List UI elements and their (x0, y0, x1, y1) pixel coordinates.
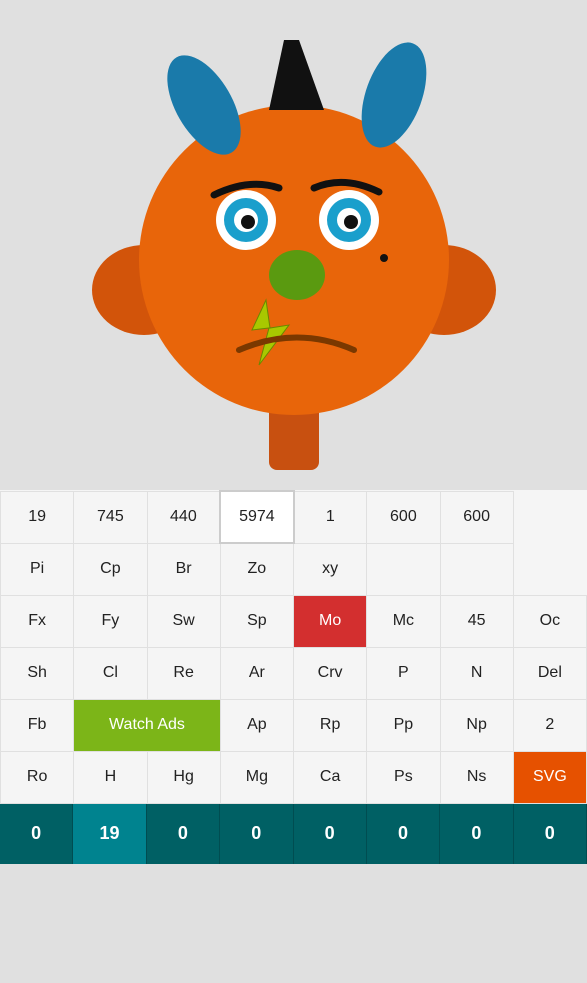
cell-svg[interactable]: SVG (513, 751, 586, 803)
cell-xy[interactable]: xy (294, 543, 367, 595)
character-area (0, 0, 587, 490)
cell-score[interactable]: 5974 (220, 491, 293, 543)
cell-cp[interactable]: Cp (74, 543, 147, 595)
cell-mo[interactable]: Mo (294, 595, 367, 647)
table-row: Ro H Hg Mg Ca Ps Ns SVG (1, 751, 587, 803)
cell-pp[interactable]: Pp (367, 699, 440, 751)
cell-440[interactable]: 440 (147, 491, 220, 543)
bottom-cell-1[interactable]: 19 (73, 804, 146, 864)
table-row: Pi Cp Br Zo xy (1, 543, 587, 595)
cell-sh[interactable]: Sh (1, 647, 74, 699)
cell-600b[interactable]: 600 (440, 491, 513, 543)
cell-zo[interactable]: Zo (220, 543, 293, 595)
grid-area: 19 745 440 5974 1 600 600 Pi Cp Br Zo xy… (0, 490, 587, 804)
cell-mc[interactable]: Mc (367, 595, 440, 647)
cell-np[interactable]: Np (440, 699, 513, 751)
cell-oc[interactable]: Oc (513, 595, 586, 647)
grid-table: 19 745 440 5974 1 600 600 Pi Cp Br Zo xy… (0, 490, 587, 804)
cell-ps[interactable]: Ps (367, 751, 440, 803)
bottom-bar: 0 19 0 0 0 0 0 0 (0, 804, 587, 864)
bottom-cell-7[interactable]: 0 (514, 804, 587, 864)
cell-ro[interactable]: Ro (1, 751, 74, 803)
cell-re[interactable]: Re (147, 647, 220, 699)
cell-fx[interactable]: Fx (1, 595, 74, 647)
cell-empty2 (440, 543, 513, 595)
cell-ca[interactable]: Ca (294, 751, 367, 803)
table-row: Sh Cl Re Ar Crv P N Del (1, 647, 587, 699)
cell-cl[interactable]: Cl (74, 647, 147, 699)
cell-19[interactable]: 19 (1, 491, 74, 543)
character-svg (84, 10, 504, 480)
cell-h[interactable]: H (74, 751, 147, 803)
cell-hg[interactable]: Hg (147, 751, 220, 803)
cell-ar[interactable]: Ar (220, 647, 293, 699)
cell-2[interactable]: 2 (513, 699, 586, 751)
cell-p[interactable]: P (367, 647, 440, 699)
bottom-cell-4[interactable]: 0 (294, 804, 367, 864)
cell-ns[interactable]: Ns (440, 751, 513, 803)
cell-n[interactable]: N (440, 647, 513, 699)
bottom-cell-3[interactable]: 0 (220, 804, 293, 864)
cell-sp[interactable]: Sp (220, 595, 293, 647)
table-row: Fx Fy Sw Sp Mo Mc 45 Oc (1, 595, 587, 647)
cell-empty1 (367, 543, 440, 595)
cell-45[interactable]: 45 (440, 595, 513, 647)
cell-crv[interactable]: Crv (294, 647, 367, 699)
bottom-cell-2[interactable]: 0 (147, 804, 220, 864)
cell-600a[interactable]: 600 (367, 491, 440, 543)
bottom-cell-6[interactable]: 0 (440, 804, 513, 864)
cell-fb[interactable]: Fb (1, 699, 74, 751)
cell-br[interactable]: Br (147, 543, 220, 595)
cell-pi[interactable]: Pi (1, 543, 74, 595)
cell-del[interactable]: Del (513, 647, 586, 699)
table-row: 19 745 440 5974 1 600 600 (1, 491, 587, 543)
cell-fy[interactable]: Fy (74, 595, 147, 647)
bottom-cell-5[interactable]: 0 (367, 804, 440, 864)
cell-1[interactable]: 1 (294, 491, 367, 543)
table-row: Fb Watch Ads Ap Rp Pp Np 2 (1, 699, 587, 751)
cell-ap[interactable]: Ap (220, 699, 293, 751)
bottom-cell-0[interactable]: 0 (0, 804, 73, 864)
cell-mg[interactable]: Mg (220, 751, 293, 803)
watch-ads-button[interactable]: Watch Ads (74, 699, 221, 751)
cell-745[interactable]: 745 (74, 491, 147, 543)
cell-sw[interactable]: Sw (147, 595, 220, 647)
cell-rp[interactable]: Rp (294, 699, 367, 751)
